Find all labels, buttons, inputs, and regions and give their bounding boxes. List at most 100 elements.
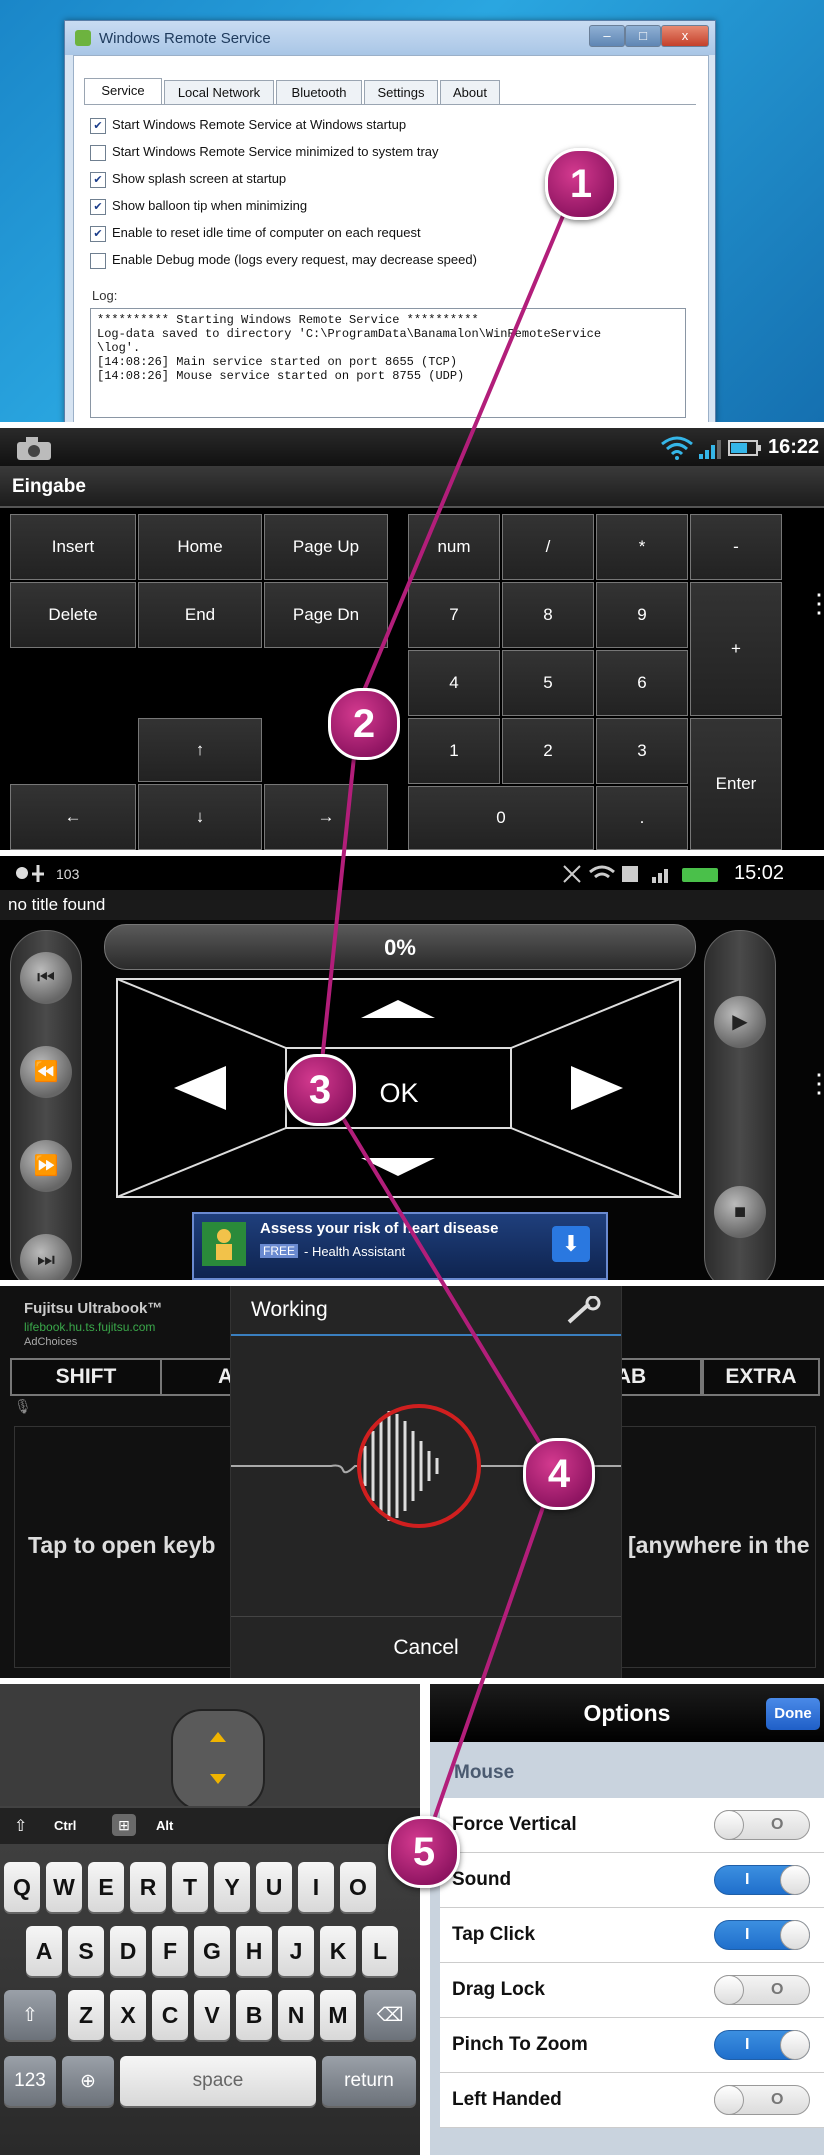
key-a[interactable]: A (26, 1926, 62, 1976)
backspace-icon[interactable]: ⌫ (364, 1990, 416, 2040)
key-i[interactable]: I (298, 1862, 334, 1912)
numpad-0-key[interactable]: 0 (408, 786, 594, 850)
cancel-button[interactable]: Cancel (231, 1636, 621, 1660)
window-titlebar[interactable]: Windows Remote Service – □ x (65, 21, 715, 55)
end-key[interactable]: End (138, 582, 262, 648)
key-d[interactable]: D (110, 1926, 146, 1976)
startup-checkbox[interactable]: ✔ (90, 118, 106, 134)
key-u[interactable]: U (256, 1862, 292, 1912)
numpad-5-key[interactable]: 5 (502, 650, 594, 716)
key-v[interactable]: V (194, 1990, 230, 2040)
key-g[interactable]: G (194, 1926, 230, 1976)
done-button[interactable]: Done (766, 1698, 820, 1730)
left-handed-toggle[interactable]: O (714, 2085, 810, 2115)
key-k[interactable]: K (320, 1926, 356, 1976)
key-j[interactable]: J (278, 1926, 314, 1976)
ad-banner[interactable]: Assess your risk of heart disease FREE -… (192, 1212, 608, 1280)
ctrl-key[interactable]: Ctrl (54, 1818, 76, 1833)
key-z[interactable]: Z (68, 1990, 104, 2040)
tab-local-network[interactable]: Local Network (164, 80, 274, 105)
arrow-left-key[interactable]: ← (10, 784, 136, 850)
tab-settings[interactable]: Settings (364, 80, 438, 105)
extra-key[interactable]: EXTRA (702, 1358, 820, 1396)
return-key[interactable]: return (322, 2056, 416, 2106)
numpad-slash-key[interactable]: / (502, 514, 594, 580)
key-e[interactable]: E (88, 1862, 124, 1912)
key-n[interactable]: N (278, 1990, 314, 2040)
fast-forward-icon[interactable]: ⏩ (20, 1140, 72, 1192)
num-lock-key[interactable]: num (408, 514, 500, 580)
numpad-enter-key[interactable]: Enter (690, 718, 782, 850)
arrow-right-key[interactable]: → (264, 784, 388, 850)
numpad-9-key[interactable]: 9 (596, 582, 688, 648)
drag-lock-toggle[interactable]: O (714, 1975, 810, 2005)
key-x[interactable]: X (110, 1990, 146, 2040)
shift-key-icon[interactable]: ⇧ (4, 1990, 56, 2040)
idle-reset-checkbox[interactable]: ✔ (90, 226, 106, 242)
key-t[interactable]: T (172, 1862, 208, 1912)
tab-bluetooth[interactable]: Bluetooth (276, 80, 362, 105)
space-key[interactable]: space (120, 2056, 316, 2106)
overflow-menu-icon[interactable]: ⋮ (806, 1070, 824, 1096)
key-f[interactable]: F (152, 1926, 188, 1976)
download-icon[interactable]: ⬇ (552, 1226, 590, 1262)
arrow-up-key[interactable]: ↑ (138, 718, 262, 782)
key-r[interactable]: R (130, 1862, 166, 1912)
numpad-3-key[interactable]: 3 (596, 718, 688, 784)
stop-icon[interactable]: ■ (714, 1186, 766, 1238)
play-icon[interactable]: ▶ (714, 996, 766, 1048)
numpad-star-key[interactable]: * (596, 514, 688, 580)
rewind-icon[interactable]: ⏪ (20, 1046, 72, 1098)
overflow-menu-icon[interactable]: ⋮ (806, 590, 824, 628)
numpad-plus-key[interactable]: + (690, 582, 782, 716)
numpad-dot-key[interactable]: . (596, 786, 688, 850)
alt-key[interactable]: Alt (156, 1818, 173, 1833)
sound-toggle[interactable]: I (714, 1865, 810, 1895)
globe-icon[interactable]: ⊕ (62, 2056, 114, 2106)
minimize-button[interactable]: – (589, 25, 625, 47)
shift-icon[interactable]: ⇧ (14, 1816, 27, 1836)
page-up-key[interactable]: Page Up (264, 514, 388, 580)
key-c[interactable]: C (152, 1990, 188, 2040)
key-h[interactable]: H (236, 1926, 272, 1976)
key-b[interactable]: B (236, 1990, 272, 2040)
key-q[interactable]: Q (4, 1862, 40, 1912)
skip-forward-icon[interactable]: ⏭ (20, 1234, 72, 1280)
key-s[interactable]: S (68, 1926, 104, 1976)
numbers-key[interactable]: 123 (4, 2056, 56, 2106)
key-o[interactable]: O (340, 1862, 376, 1912)
numpad-6-key[interactable]: 6 (596, 650, 688, 716)
key-w[interactable]: W (46, 1862, 82, 1912)
numpad-4-key[interactable]: 4 (408, 650, 500, 716)
tab-service[interactable]: Service (84, 78, 162, 105)
numpad-8-key[interactable]: 8 (502, 582, 594, 648)
numpad-minus-key[interactable]: - (690, 514, 782, 580)
tap-click-toggle[interactable]: I (714, 1920, 810, 1950)
shift-key[interactable]: SHIFT (10, 1358, 162, 1396)
progress-bar[interactable]: 0% (104, 924, 696, 970)
page-dn-key[interactable]: Page Dn (264, 582, 388, 648)
home-key[interactable]: Home (138, 514, 262, 580)
insert-key[interactable]: Insert (10, 514, 136, 580)
debug-checkbox[interactable] (90, 253, 106, 269)
key-l[interactable]: L (362, 1926, 398, 1976)
key-m[interactable]: M (320, 1990, 356, 2040)
close-button[interactable]: x (661, 25, 709, 47)
minimized-checkbox[interactable] (90, 145, 106, 161)
force-vertical-toggle[interactable]: O (714, 1810, 810, 1840)
numpad-7-key[interactable]: 7 (408, 582, 500, 648)
maximize-button[interactable]: □ (625, 25, 661, 47)
log-textarea[interactable]: ********** Starting Windows Remote Servi… (90, 308, 686, 418)
skip-back-icon[interactable]: ⏮ (20, 952, 72, 1004)
wrench-icon[interactable] (563, 1296, 603, 1326)
trackpad-area[interactable] (0, 1684, 420, 1806)
windows-key-icon[interactable]: ⊞ (112, 1814, 136, 1836)
numpad-2-key[interactable]: 2 (502, 718, 594, 784)
key-y[interactable]: Y (214, 1862, 250, 1912)
splash-checkbox[interactable]: ✔ (90, 172, 106, 188)
delete-key[interactable]: Delete (10, 582, 136, 648)
arrow-down-key[interactable]: ↓ (138, 784, 262, 850)
pinch-to-zoom-toggle[interactable]: I (714, 2030, 810, 2060)
balloon-checkbox[interactable]: ✔ (90, 199, 106, 215)
numpad-1-key[interactable]: 1 (408, 718, 500, 784)
